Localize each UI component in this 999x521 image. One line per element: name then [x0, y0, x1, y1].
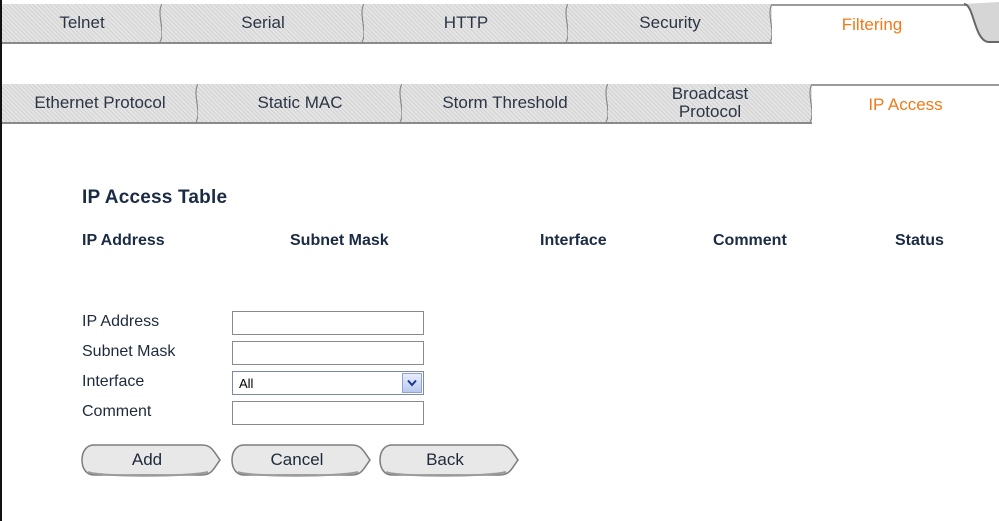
tab-security[interactable]: Security — [568, 4, 773, 44]
comment-input[interactable] — [232, 401, 424, 425]
cancel-button-label: Cancel — [270, 450, 324, 469]
chevron-down-icon[interactable] — [402, 373, 422, 393]
column-header-interface: Interface — [540, 232, 607, 249]
tab-serial[interactable]: Serial — [162, 4, 365, 44]
comment-label: Comment — [82, 403, 152, 420]
tab-static-mac-label: Static MAC — [257, 93, 343, 112]
tab-http[interactable]: HTTP — [364, 4, 569, 44]
table-title: IP Access Table — [82, 187, 228, 208]
tab-telnet-label: Telnet — [59, 13, 105, 32]
interface-label: Interface — [82, 373, 145, 390]
interface-selected-value: All — [239, 375, 254, 391]
tab-ethernet-protocol-label: Ethernet Protocol — [34, 93, 166, 112]
subnet-mask-label: Subnet Mask — [82, 343, 176, 360]
tab-ethernet-protocol[interactable]: Ethernet Protocol — [2, 84, 199, 124]
page-frame: Telnet Serial HTTP Security Filtering Et — [0, 0, 999, 521]
tab-http-label: HTTP — [443, 13, 489, 32]
main-tab-bar: Telnet Serial HTTP Security Filtering — [2, 2, 999, 46]
column-header-ip-address: IP Address — [82, 232, 165, 249]
cancel-button[interactable]: Cancel — [230, 442, 376, 478]
tab-static-mac[interactable]: Static MAC — [198, 84, 403, 124]
tab-ip-access[interactable]: IP Access — [812, 84, 999, 124]
tab-filtering[interactable]: Filtering — [772, 4, 972, 44]
ip-address-input[interactable] — [232, 311, 424, 335]
column-header-subnet-mask: Subnet Mask — [290, 232, 389, 249]
back-button-label: Back — [426, 450, 464, 469]
ip-address-label: IP Address — [82, 313, 160, 330]
column-header-status: Status — [895, 232, 944, 249]
interface-select[interactable]: All — [232, 371, 424, 395]
column-header-comment: Comment — [713, 232, 787, 249]
tab-telnet[interactable]: Telnet — [2, 4, 163, 44]
back-button[interactable]: Back — [378, 442, 524, 478]
add-button-label: Add — [131, 450, 163, 469]
left-border — [0, 0, 2, 521]
tab-broadcast-protocol[interactable]: Broadcast Protocol — [608, 84, 813, 124]
sub-tab-bar: Ethernet Protocol Static MAC Storm Thres… — [2, 84, 999, 124]
tab-bar-end-curve — [960, 2, 999, 46]
subnet-mask-input[interactable] — [232, 341, 424, 365]
tab-security-label: Security — [639, 13, 701, 32]
tab-broadcast-protocol-label: Broadcast Protocol — [671, 84, 749, 121]
tab-serial-label: Serial — [241, 13, 285, 32]
tab-storm-threshold[interactable]: Storm Threshold — [402, 84, 609, 124]
tab-ip-access-label: IP Access — [868, 95, 943, 114]
tab-filtering-label: Filtering — [841, 15, 903, 34]
tab-storm-threshold-label: Storm Threshold — [442, 93, 568, 112]
add-button[interactable]: Add — [80, 442, 226, 478]
